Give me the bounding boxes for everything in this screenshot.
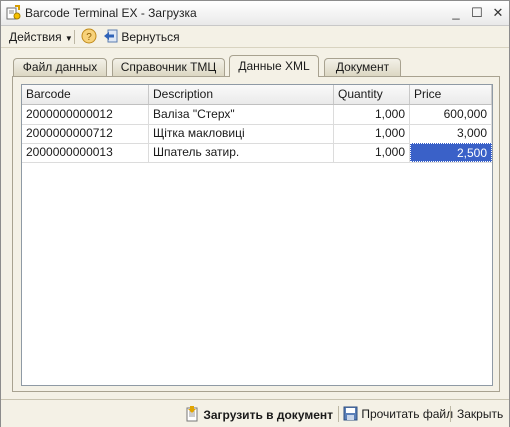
tab-goods-catalog[interactable]: Справочник ТМЦ — [112, 58, 225, 76]
tab-panel: Barcode Description Quantity Price 20000… — [12, 76, 500, 392]
actions-menu[interactable]: Действия ▼ — [9, 29, 73, 45]
cell-description[interactable]: Шпатель затир. — [149, 143, 334, 162]
toolbar: Действия ▼ ? Вернуться — [1, 26, 509, 48]
table-row[interactable]: 2000000000712 Щітка макловиці 1,000 3,00… — [22, 124, 492, 144]
back-arrow-icon — [104, 29, 118, 43]
cell-price[interactable]: 3,000 — [410, 124, 492, 143]
window-title: Barcode Terminal EX - Загрузка — [25, 6, 197, 20]
bottom-separator — [450, 406, 451, 422]
cell-quantity[interactable]: 1,000 — [334, 124, 410, 143]
back-button[interactable]: Вернуться — [103, 29, 180, 45]
tab-strip: Файл данных Справочник ТМЦ Данные XML До… — [1, 55, 509, 77]
load-document-icon — [186, 406, 198, 422]
help-icon[interactable]: ? — [81, 28, 97, 44]
column-header-price[interactable]: Price — [410, 85, 492, 104]
xml-data-table[interactable]: Barcode Description Quantity Price 20000… — [21, 84, 493, 386]
minimize-button[interactable]: _ — [447, 4, 465, 22]
tab-xml-data[interactable]: Данные XML — [229, 55, 319, 77]
cell-description[interactable]: Валіза "Стерх" — [149, 105, 334, 124]
close-button[interactable]: Закрыть — [457, 406, 503, 422]
load-to-document-button[interactable]: Загрузить в документ — [184, 406, 333, 422]
tab-data-file[interactable]: Файл данных — [13, 58, 107, 76]
cell-quantity[interactable]: 1,000 — [334, 143, 410, 162]
cell-barcode[interactable]: 2000000000012 — [22, 105, 149, 124]
bottom-bar: Загрузить в документ Прочитать файл Закр… — [1, 399, 509, 427]
bottom-separator — [338, 406, 339, 422]
dropdown-arrow-icon: ▼ — [64, 34, 73, 43]
back-button-label: Вернуться — [121, 30, 180, 44]
close-window-button[interactable]: ✕ — [489, 4, 507, 22]
tab-label: Документ — [335, 60, 390, 74]
load-to-document-label: Загрузить в документ — [203, 408, 334, 422]
table-row[interactable]: 2000000000013 Шпатель затир. 1,000 2,500 — [22, 143, 492, 163]
cell-description[interactable]: Щітка макловиці — [149, 124, 334, 143]
window: Barcode Terminal EX - Загрузка _ ☐ ✕ Дей… — [0, 0, 510, 427]
read-file-button[interactable]: Прочитать файл — [343, 406, 453, 422]
table-row[interactable]: 2000000000012 Валіза "Стерх" 1,000 600,0… — [22, 105, 492, 125]
cell-price-selected[interactable]: 2,500 — [410, 143, 492, 162]
cell-quantity[interactable]: 1,000 — [334, 105, 410, 124]
toolbar-separator — [74, 30, 75, 44]
column-header-quantity[interactable]: Quantity — [334, 85, 410, 104]
tab-label: Файл данных — [22, 60, 98, 74]
tab-label: Справочник ТМЦ — [120, 60, 217, 74]
close-button-label: Закрыть — [457, 407, 504, 421]
column-header-description[interactable]: Description — [149, 85, 334, 104]
cell-barcode[interactable]: 2000000000013 — [22, 143, 149, 162]
tab-document[interactable]: Документ — [324, 58, 401, 76]
maximize-button[interactable]: ☐ — [468, 4, 486, 22]
tab-label: Данные XML — [238, 59, 310, 73]
column-header-barcode[interactable]: Barcode — [22, 85, 149, 104]
app-icon — [6, 5, 21, 20]
save-disk-icon — [343, 406, 358, 421]
actions-menu-label: Действия — [9, 30, 62, 44]
cell-price[interactable]: 600,000 — [410, 105, 492, 124]
table-header: Barcode Description Quantity Price — [22, 85, 492, 105]
title-bar: Barcode Terminal EX - Загрузка _ ☐ ✕ — [1, 1, 509, 26]
read-file-label: Прочитать файл — [361, 407, 454, 421]
cell-barcode[interactable]: 2000000000712 — [22, 124, 149, 143]
svg-text:?: ? — [86, 32, 92, 43]
